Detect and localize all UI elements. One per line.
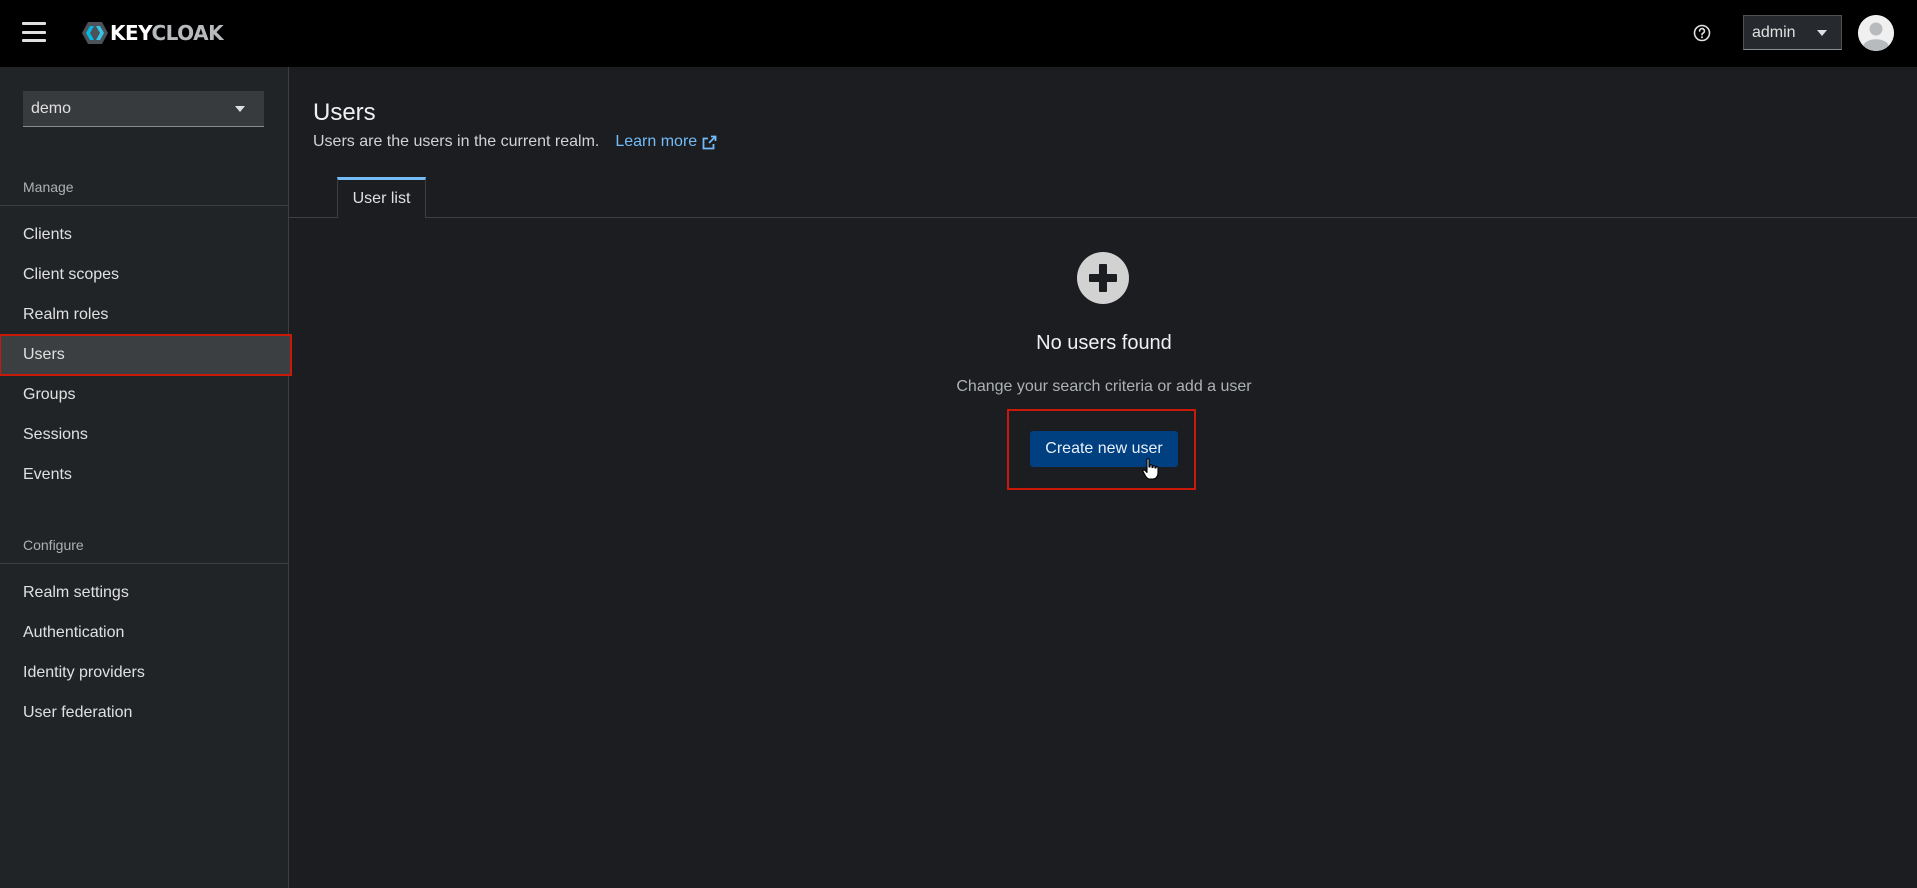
brand-text-secondary: CLOAK: [151, 21, 224, 45]
user-dropdown[interactable]: admin: [1743, 15, 1842, 50]
caret-down-icon: [1817, 30, 1827, 36]
sidebar-item-label: User federation: [23, 704, 133, 721]
sidebar-item-label: Realm roles: [23, 306, 109, 323]
user-dropdown-label: admin: [1752, 23, 1796, 41]
sidebar-item-label: Identity providers: [23, 664, 145, 681]
sidebar-item-label: Client scopes: [23, 266, 120, 283]
caret-down-icon: [235, 106, 245, 112]
realm-selector[interactable]: demo: [23, 91, 264, 127]
brand-text-primary: KEY: [110, 21, 152, 45]
sidebar-item-realm-roles[interactable]: Realm roles: [0, 295, 288, 335]
sidebar-item-events[interactable]: Events: [0, 455, 288, 495]
learn-more-link[interactable]: Learn more: [615, 133, 717, 151]
sidebar-item-user-federation[interactable]: User federation: [0, 693, 288, 733]
sidebar-item-identity-providers[interactable]: Identity providers: [0, 653, 288, 693]
masthead: KEYCLOAK admin: [0, 0, 1917, 67]
sidebar-item-label: Groups: [23, 386, 76, 403]
sidebar-item-label: Users: [23, 346, 65, 363]
tabs-divider: [289, 217, 1917, 218]
sidebar-item-client-scopes[interactable]: Client scopes: [0, 255, 288, 295]
nav-divider: [0, 563, 288, 564]
sidebar: demo Manage Clients Client scopes Realm …: [0, 67, 292, 888]
hamburger-icon[interactable]: [22, 22, 46, 42]
nav-divider: [0, 205, 288, 206]
sidebar-item-sessions[interactable]: Sessions: [0, 415, 288, 455]
sidebar-item-realm-settings[interactable]: Realm settings: [0, 573, 288, 613]
sidebar-item-label: Realm settings: [23, 584, 129, 601]
user-avatar-icon[interactable]: [1858, 15, 1894, 51]
sidebar-item-label: Clients: [23, 226, 72, 243]
page-description-text: Users are the users in the current realm…: [313, 133, 600, 150]
external-link-icon: [702, 135, 717, 149]
sidebar-item-clients[interactable]: Clients: [0, 215, 288, 255]
help-circle-icon[interactable]: [1692, 23, 1712, 43]
sidebar-item-label: Authentication: [23, 624, 125, 641]
empty-state-title: No users found: [1036, 332, 1172, 354]
tab-label: User list: [352, 190, 411, 207]
page-title: Users: [313, 99, 376, 126]
sidebar-item-label: Sessions: [23, 426, 88, 443]
keycloak-logo[interactable]: KEYCLOAK: [76, 19, 224, 47]
sidebar-item-authentication[interactable]: Authentication: [0, 613, 288, 653]
keycloak-logo-icon: [82, 22, 108, 44]
nav-section-manage: Manage: [23, 179, 74, 195]
sidebar-item-groups[interactable]: Groups: [0, 375, 288, 415]
main-content: Users Users are the users in the current…: [289, 67, 1917, 888]
hand-pointer-icon: [1142, 458, 1159, 480]
tab-user-list[interactable]: User list: [337, 177, 426, 218]
create-new-user-label: Create new user: [1045, 440, 1163, 457]
empty-state-subtitle: Change your search criteria or add a use…: [956, 378, 1252, 395]
learn-more-label: Learn more: [615, 133, 698, 150]
page-description: Users are the users in the current realm…: [313, 133, 717, 151]
nav-section-configure: Configure: [23, 537, 84, 553]
sidebar-item-users[interactable]: Users: [0, 334, 292, 376]
sidebar-item-label: Events: [23, 466, 72, 483]
realm-selector-label: demo: [31, 99, 72, 117]
plus-circle-icon: [1077, 252, 1129, 304]
